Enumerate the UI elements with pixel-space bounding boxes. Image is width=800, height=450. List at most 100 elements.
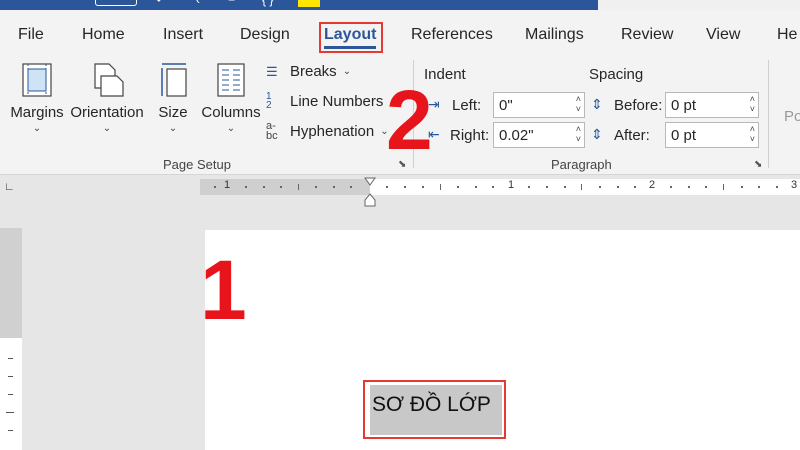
vertical-ruler[interactable] bbox=[0, 228, 22, 450]
line-numbers-button[interactable]: 12 Line Numbers ⌄ bbox=[266, 92, 398, 111]
chevron-down-icon: ⌄ bbox=[342, 66, 352, 77]
undo-icon[interactable]: ↶ bbox=[156, 0, 166, 6]
tab-review[interactable]: Review bbox=[621, 26, 673, 44]
spacing-heading: Spacing bbox=[589, 66, 644, 83]
search-box[interactable] bbox=[598, 0, 800, 10]
minus-icon[interactable]: − bbox=[228, 0, 235, 6]
step-1-annotation: 1 bbox=[200, 243, 247, 337]
breaks-label: Breaks bbox=[290, 63, 337, 80]
ruler-dot bbox=[528, 186, 530, 188]
highlight-icon[interactable] bbox=[298, 0, 320, 7]
ruler-dot bbox=[333, 186, 335, 188]
horizontal-ruler-bar: ∟ 1 1 2 3 bbox=[0, 175, 800, 202]
line-numbers-label: Line Numbers bbox=[290, 92, 384, 110]
spacing-after-field[interactable]: 0 pt ˄ ˅ bbox=[665, 122, 759, 148]
spacing-before-field[interactable]: 0 pt ˄ ˅ bbox=[665, 92, 759, 118]
tab-references[interactable]: References bbox=[411, 26, 493, 44]
hyphenation-label: Hyphenation bbox=[290, 122, 375, 140]
orientation-button[interactable]: Orientation ⌄ bbox=[68, 62, 146, 134]
ruler-dot bbox=[386, 186, 388, 188]
tab-stop-selector-icon[interactable]: ∟ bbox=[4, 180, 18, 194]
paragraph-group-label: Paragraph bbox=[551, 157, 612, 172]
position-button-partial[interactable]: Po bbox=[784, 108, 800, 125]
ruler-number: 1 bbox=[508, 179, 515, 191]
ruler-dot bbox=[280, 186, 282, 188]
ruler-tick bbox=[440, 184, 441, 190]
indent-right-value: 0.02" bbox=[499, 127, 534, 144]
ruler-dot bbox=[741, 186, 743, 188]
indent-left-label: Left: bbox=[452, 97, 482, 114]
step-2-annotation: 2 bbox=[386, 73, 433, 167]
ruler-number: 1 bbox=[224, 179, 231, 191]
tab-home[interactable]: Home bbox=[82, 26, 125, 44]
ruler-dot bbox=[422, 186, 424, 188]
group-divider bbox=[768, 60, 769, 168]
hyphenation-button[interactable]: a-bc Hyphenation ⌄ bbox=[266, 120, 389, 142]
spacing-before-label: Before: bbox=[614, 97, 663, 114]
page-setup-group-label: Page Setup bbox=[163, 157, 231, 172]
columns-button[interactable]: Columns ⌄ bbox=[200, 62, 262, 134]
margins-label: Margins bbox=[10, 104, 64, 121]
quick-access-box[interactable] bbox=[95, 0, 137, 6]
size-button[interactable]: Size ⌄ bbox=[152, 62, 194, 134]
ruler-dot bbox=[688, 186, 690, 188]
margins-icon bbox=[22, 63, 52, 97]
orientation-label: Orientation bbox=[70, 104, 144, 121]
ribbon-tabs: File Home Insert Design Layout Reference… bbox=[0, 10, 800, 56]
hyphenation-icon: a-bc bbox=[266, 120, 278, 142]
size-icon bbox=[161, 63, 187, 97]
spinner-arrows-icon[interactable]: ˄ ˅ bbox=[750, 124, 755, 144]
ruler-dot bbox=[776, 186, 778, 188]
ruler-dot bbox=[457, 186, 459, 188]
ruler-dot bbox=[245, 186, 247, 188]
tab-insert[interactable]: Insert bbox=[163, 26, 203, 44]
ruler-dot bbox=[404, 186, 406, 188]
ruler-tick bbox=[581, 184, 582, 190]
indent-left-field[interactable]: 0" ˄ ˅ bbox=[493, 92, 585, 118]
vruler-mark bbox=[8, 376, 13, 377]
ruler-dot bbox=[758, 186, 760, 188]
chevron-down-icon: ⌄ bbox=[168, 123, 178, 134]
chevron-down-icon: ⌄ bbox=[102, 123, 112, 134]
ruler-number: 3 bbox=[791, 179, 798, 191]
spinner-arrows-icon[interactable]: ˄ ˅ bbox=[750, 94, 755, 114]
tab-mailings[interactable]: Mailings bbox=[525, 26, 584, 44]
ruler-number: 2 bbox=[649, 179, 656, 191]
size-label: Size bbox=[158, 104, 188, 121]
vruler-mark bbox=[8, 430, 13, 431]
back-icon[interactable]: ‹ bbox=[196, 0, 200, 6]
ruler-dot bbox=[492, 186, 494, 188]
breaks-icon: ☰ bbox=[266, 63, 278, 79]
spinner-arrows-icon[interactable]: ˄ ˅ bbox=[576, 124, 581, 144]
indent-right-field[interactable]: 0.02" ˄ ˅ bbox=[493, 122, 585, 148]
ruler-dot bbox=[599, 186, 601, 188]
horizontal-ruler[interactable]: 1 1 2 3 bbox=[200, 179, 800, 195]
indent-right-label: Right: bbox=[450, 127, 490, 144]
ruler-dot bbox=[546, 186, 548, 188]
vertical-ruler-margin bbox=[0, 228, 22, 338]
ruler-dot bbox=[670, 186, 672, 188]
tab-file[interactable]: File bbox=[18, 26, 44, 44]
breaks-button[interactable]: ☰ Breaks ⌄ bbox=[266, 63, 351, 80]
tab-help[interactable]: He bbox=[777, 26, 797, 44]
vruler-mark bbox=[6, 412, 14, 413]
indent-left-value: 0" bbox=[499, 97, 513, 114]
tab-design[interactable]: Design bbox=[240, 26, 290, 44]
bracket-icon[interactable]: { } bbox=[262, 0, 273, 6]
chevron-down-icon: ⌄ bbox=[226, 123, 236, 134]
ruler-dot bbox=[214, 186, 216, 188]
paragraph-launcher-icon[interactable]: ⬊ bbox=[754, 159, 762, 170]
indent-marker-icon[interactable] bbox=[364, 177, 376, 207]
ruler-dot bbox=[705, 186, 707, 188]
columns-icon bbox=[217, 63, 245, 97]
ruler-dot bbox=[564, 186, 566, 188]
spinner-arrows-icon[interactable]: ˄ ˅ bbox=[576, 94, 581, 114]
tab-view[interactable]: View bbox=[706, 26, 740, 44]
margins-button[interactable]: Margins ⌄ bbox=[8, 62, 66, 134]
spacing-after-value: 0 pt bbox=[671, 127, 697, 144]
spacing-after-label: After: bbox=[614, 127, 650, 144]
ruler-tick bbox=[723, 184, 724, 190]
spacing-before-value: 0 pt bbox=[671, 97, 697, 114]
vruler-mark bbox=[8, 394, 13, 395]
orientation-icon bbox=[94, 63, 124, 97]
